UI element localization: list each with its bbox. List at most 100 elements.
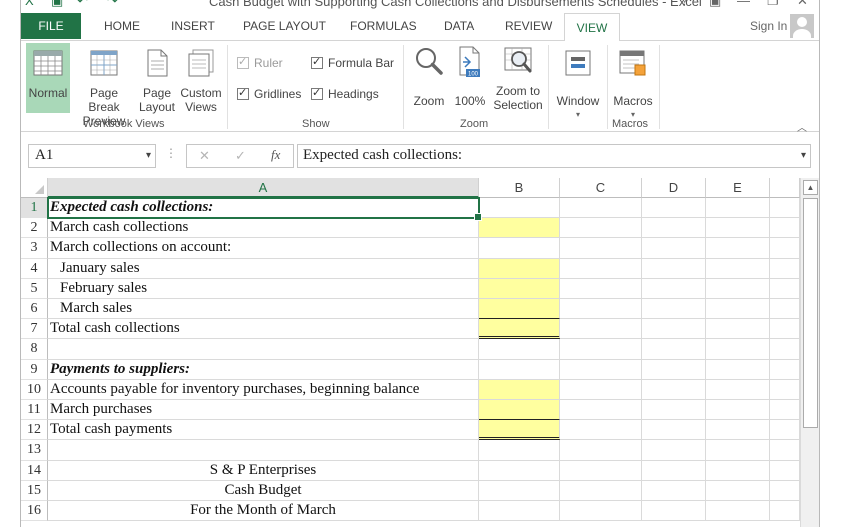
cell-d[interactable] <box>642 359 706 380</box>
cell-b[interactable] <box>479 198 560 219</box>
cell-b[interactable] <box>479 319 560 340</box>
cell-c[interactable] <box>560 198 642 219</box>
window-button[interactable]: Window ▾ <box>552 43 604 119</box>
sign-in-link[interactable]: Sign In <box>750 19 787 33</box>
formula-input[interactable]: Expected cash collections: ▾ <box>297 144 811 168</box>
cell-e[interactable] <box>706 258 770 279</box>
cell-f[interactable] <box>770 319 800 340</box>
cancel-entry-icon[interactable]: ✕ <box>199 148 210 164</box>
row-header[interactable]: 1 <box>21 198 48 219</box>
scrollbar-thumb[interactable] <box>803 198 818 428</box>
gridlines-checkbox[interactable]: Gridlines <box>237 86 301 101</box>
cell-f[interactable] <box>770 440 800 461</box>
name-box-dropdown-icon[interactable]: ▾ <box>146 150 151 161</box>
cell-f[interactable] <box>770 501 800 522</box>
save-icon[interactable]: ▣ <box>51 0 63 9</box>
cell-f[interactable] <box>770 460 800 481</box>
cell-e[interactable] <box>706 379 770 400</box>
row-header[interactable]: 14 <box>21 460 48 481</box>
cell-b[interactable] <box>479 238 560 259</box>
cell-a[interactable]: March sales <box>48 299 479 320</box>
cell-b[interactable] <box>479 501 560 522</box>
row-header[interactable]: 6 <box>21 299 48 320</box>
cell-b[interactable] <box>479 379 560 400</box>
cell-c[interactable] <box>560 258 642 279</box>
column-header-d[interactable]: D <box>642 178 706 198</box>
cell-e[interactable] <box>706 400 770 421</box>
cell-e[interactable] <box>706 420 770 441</box>
cell-e[interactable] <box>706 238 770 259</box>
cell-f[interactable] <box>770 198 800 219</box>
cell-f[interactable] <box>770 400 800 421</box>
tab-page-layout[interactable]: PAGE LAYOUT <box>243 19 326 33</box>
macros-button[interactable]: Macros ▾ <box>611 43 655 119</box>
select-all-button[interactable] <box>21 178 48 198</box>
zoom-100-button[interactable]: 100 100% <box>451 43 489 113</box>
cell-a[interactable]: Total cash collections <box>48 319 479 340</box>
cell-f[interactable] <box>770 299 800 320</box>
row-header[interactable]: 8 <box>21 339 48 360</box>
cell-e[interactable] <box>706 299 770 320</box>
cell-d[interactable] <box>642 440 706 461</box>
tab-review[interactable]: REVIEW <box>505 19 552 33</box>
cell-b[interactable] <box>479 278 560 299</box>
column-header-a[interactable]: A <box>48 178 479 198</box>
cell-b[interactable] <box>479 440 560 461</box>
cell-a[interactable]: Expected cash collections: <box>48 198 479 219</box>
cell-f[interactable] <box>770 480 800 501</box>
cell-d[interactable] <box>642 218 706 239</box>
row-header[interactable]: 13 <box>21 440 48 461</box>
cell-c[interactable] <box>560 218 642 239</box>
tab-file[interactable]: FILE <box>21 13 81 39</box>
cell-a[interactable]: Cash Budget <box>48 480 479 501</box>
cell-c[interactable] <box>560 238 642 259</box>
row-header[interactable]: 4 <box>21 258 48 279</box>
formula-bar-resize-handle-icon[interactable]: ⋮ <box>165 146 177 160</box>
column-header-b[interactable]: B <box>479 178 560 198</box>
cell-a[interactable] <box>48 339 479 360</box>
cell-d[interactable] <box>642 319 706 340</box>
cell-c[interactable] <box>560 319 642 340</box>
cell-e[interactable] <box>706 460 770 481</box>
row-header[interactable]: 2 <box>21 218 48 239</box>
enter-entry-icon[interactable]: ✓ <box>235 148 246 164</box>
cell-a[interactable]: February sales <box>48 278 479 299</box>
cell-b[interactable] <box>479 299 560 320</box>
page-layout-view-button[interactable]: Page Layout <box>137 43 177 114</box>
ruler-checkbox[interactable]: Ruler <box>237 55 283 70</box>
row-header[interactable]: 11 <box>21 400 48 421</box>
row-header[interactable]: 12 <box>21 420 48 441</box>
row-header[interactable]: 7 <box>21 319 48 340</box>
vertical-scrollbar[interactable]: ▲ <box>800 178 819 527</box>
cell-c[interactable] <box>560 400 642 421</box>
cell-f[interactable] <box>770 238 800 259</box>
cell-d[interactable] <box>642 238 706 259</box>
cell-c[interactable] <box>560 420 642 441</box>
cell-d[interactable] <box>642 420 706 441</box>
help-icon[interactable]: ? <box>681 0 688 8</box>
name-box[interactable]: A1 ▾ <box>28 144 156 168</box>
page-break-preview-button[interactable]: Page Break Preview <box>73 43 135 128</box>
cell-a[interactable]: S & P Enterprises <box>48 460 479 481</box>
cell-c[interactable] <box>560 278 642 299</box>
cell-d[interactable] <box>642 501 706 522</box>
cell-a[interactable]: Payments to suppliers: <box>48 359 479 380</box>
cell-f[interactable] <box>770 379 800 400</box>
cell-b[interactable] <box>479 218 560 239</box>
tab-home[interactable]: HOME <box>104 19 140 33</box>
cell-e[interactable] <box>706 278 770 299</box>
spreadsheet-grid[interactable]: A B C D E 1 Expected cash collections: 2 Ma… <box>21 178 819 527</box>
tab-view[interactable]: VIEW <box>564 13 620 41</box>
cell-e[interactable] <box>706 198 770 219</box>
row-header[interactable]: 16 <box>21 501 48 522</box>
cell-c[interactable] <box>560 299 642 320</box>
cell-b[interactable] <box>479 480 560 501</box>
cell-f[interactable] <box>770 258 800 279</box>
cell-c[interactable] <box>560 501 642 522</box>
cell-c[interactable] <box>560 440 642 461</box>
close-icon[interactable]: ✕ <box>797 0 808 9</box>
cell-a[interactable]: Total cash payments <box>48 420 479 441</box>
cell-a[interactable]: March purchases <box>48 400 479 421</box>
cell-d[interactable] <box>642 480 706 501</box>
cell-c[interactable] <box>560 379 642 400</box>
